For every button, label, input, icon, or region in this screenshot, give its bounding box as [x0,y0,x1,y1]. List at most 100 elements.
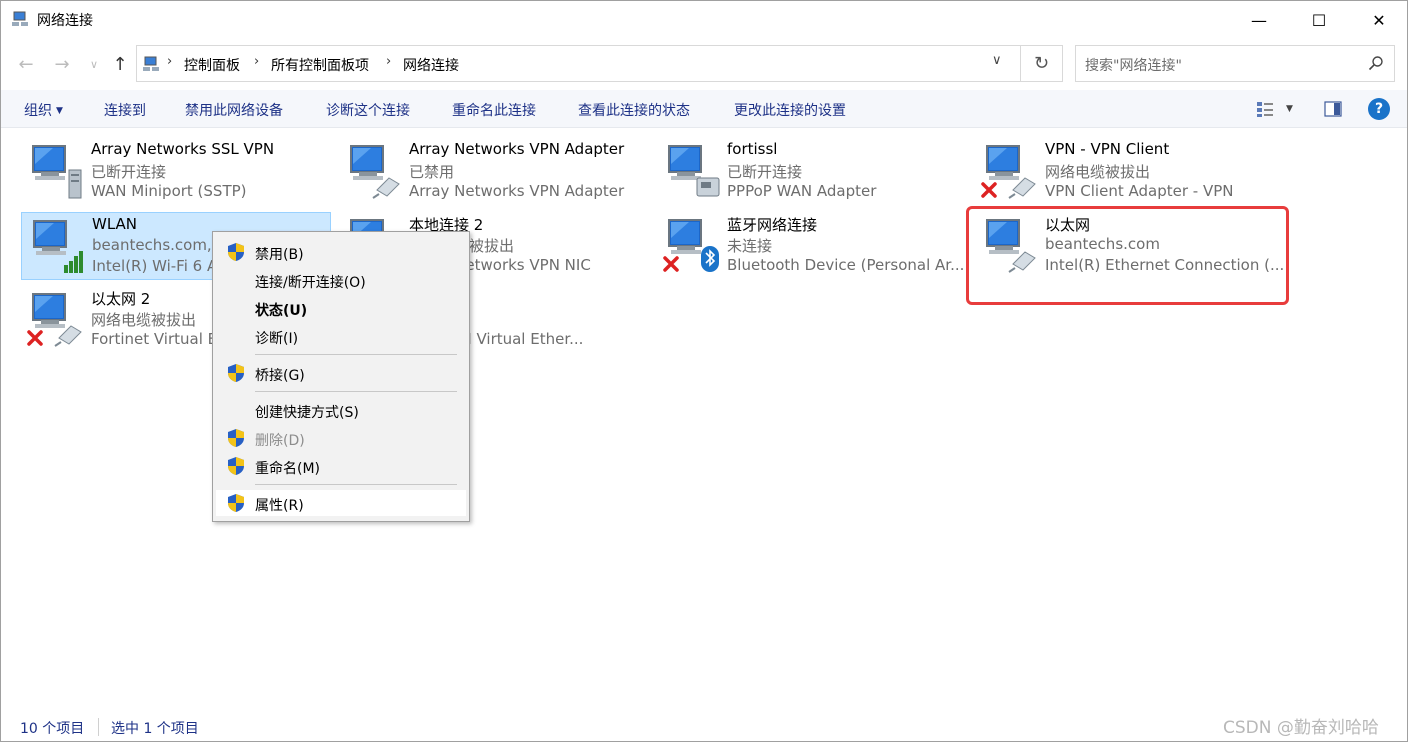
connection-device: WAN Miniport (SSTP) [91,182,247,200]
uac-shield-icon [228,457,244,475]
breadcrumb-all-items[interactable]: 所有控制面板项 [271,55,369,75]
menu-separator [255,391,457,392]
title-bar: 网络连接 — ☐ ✕ [1,1,1407,39]
chevron-right-icon: › [254,54,260,69]
annotation-highlight [966,206,1289,305]
close-icon: ✕ [1372,10,1386,30]
help-icon[interactable]: ? [1368,98,1390,120]
network-connections-icon [12,11,28,26]
organize-menu[interactable]: 组织 ▼ [24,100,63,120]
menu-label: 状态(U) [255,303,308,319]
breadcrumb-control-panel[interactable]: 控制面板 [184,55,240,75]
connection-item[interactable]: Array Networks VPN Adapter 已禁用 Array Netwo… [339,138,649,206]
watermark: CSDN @勤奋刘哈哈 [1223,718,1379,738]
connection-status: 网络电缆被拔出 [91,311,197,329]
menu-item-delete[interactable]: 删除(D) [216,425,466,451]
menu-item-status[interactable]: 状态(U) [216,295,466,321]
maximize-button[interactable]: ☐ [1289,1,1349,39]
connection-device: VPN Client Adapter - VPN [1045,182,1234,200]
menu-separator [255,354,457,355]
bluetooth-icon [661,214,721,274]
connection-name: 以太网 2 [91,290,151,308]
connection-item[interactable]: 蓝牙网络连接 未连接 Bluetooth Device (Personal Ar..… [657,212,967,280]
back-arrow-icon[interactable]: ← [15,53,37,75]
maximize-icon: ☐ [1311,10,1327,30]
connection-status: 未连接 [727,237,773,255]
uac-shield-icon [228,243,244,261]
connection-item[interactable]: VPN - VPN Client 网络电缆被拔出 VPN Client Adapte… [975,138,1285,206]
search-input[interactable]: 搜索"网络连接" [1075,45,1395,82]
diagnose-button[interactable]: 诊断这个连接 [326,100,410,120]
connection-item[interactable]: fortissl 已断开连接 PPPoP WAN Adapter [657,138,967,206]
breadcrumb-network-connections[interactable]: 网络连接 [403,55,459,75]
up-arrow-icon[interactable]: ↑ [109,53,131,75]
menu-label: 属性(R) [255,498,304,514]
menu-label: 删除(D) [255,433,305,449]
chevron-down-icon[interactable]: ∨ [992,53,1002,68]
menu-item-connect[interactable]: 连接/断开连接(O) [216,267,466,293]
connection-name: fortissl [727,140,778,158]
connection-device: Intel(R) Wi-Fi 6 AX [92,257,228,275]
context-menu: 禁用(B) 连接/断开连接(O) 状态(U) 诊断(I) 桥接(G) 创建快捷方… [212,231,470,522]
menu-item-properties[interactable]: 属性(R) [216,490,466,516]
caret-down-icon: ▼ [56,106,63,116]
menu-item-disable[interactable]: 禁用(B) [216,239,466,265]
connection-status: 已断开连接 [727,163,803,181]
selection-count: 选中 1 个项目 [111,721,199,737]
menu-separator [255,484,457,485]
recent-locations-chevron-icon[interactable]: ∨ [83,53,105,75]
connection-name: Array Networks SSL VPN [91,140,275,158]
address-bar[interactable]: › 控制面板 › 所有控制面板项 › 网络连接 ∨ [136,45,1021,82]
change-settings-button[interactable]: 更改此连接的设置 [734,100,846,120]
connection-status: 网络电缆被拔出 [1045,163,1151,181]
menu-item-bridge[interactable]: 桥接(G) [216,360,466,386]
uac-shield-icon [228,364,244,382]
connection-name: VPN - VPN Client [1045,140,1170,158]
network-server-icon [25,140,85,200]
disable-device-button[interactable]: 禁用此网络设备 [185,100,283,120]
item-count: 10 个项目 [20,721,85,737]
network-cable-icon [25,288,85,348]
minimize-button[interactable]: — [1229,1,1289,39]
network-connections-icon [143,56,159,71]
window-title: 网络连接 [37,13,93,29]
uac-shield-icon [228,494,244,512]
connection-name: WLAN [92,215,138,233]
chevron-right-icon: › [386,54,392,69]
network-modem-icon [661,140,721,200]
connection-device: PPPoP WAN Adapter [727,182,877,200]
menu-item-shortcut[interactable]: 创建快捷方式(S) [216,397,466,423]
wifi-signal-icon [26,215,86,275]
close-button[interactable]: ✕ [1349,1,1408,39]
network-cable-icon [979,140,1039,200]
rename-button[interactable]: 重命名此连接 [452,100,536,120]
menu-label: 重命名(M) [255,461,321,477]
menu-label: 禁用(B) [255,247,304,263]
search-placeholder: 搜索"网络连接" [1085,58,1182,74]
menu-label: 连接/断开连接(O) [255,275,366,291]
connection-name: Array Networks VPN Adapter [409,140,625,158]
search-icon [1368,56,1383,71]
connection-status: beantechs.com, 3 [92,236,227,254]
menu-item-rename[interactable]: 重命名(M) [216,453,466,479]
uac-shield-icon [228,429,244,447]
menu-item-diagnose[interactable]: 诊断(I) [216,323,466,349]
refresh-icon: ↻ [1033,53,1050,74]
command-bar: 组织 ▼ 连接到 禁用此网络设备 诊断这个连接 重命名此连接 查看此连接的状态 更… [1,90,1407,128]
menu-label: 创建快捷方式(S) [255,405,359,421]
connection-item[interactable]: Array Networks SSL VPN 已断开连接 WAN Miniport … [21,138,331,206]
view-dropdown-icon[interactable]: ▼ [1286,104,1293,114]
navigation-bar: ← → ∨ ↑ › 控制面板 › 所有控制面板项 › 网络连接 ∨ ↻ 搜索"网… [1,45,1407,83]
minimize-icon: — [1251,10,1267,30]
organize-label: 组织 [24,103,52,119]
view-options-icon[interactable] [1256,100,1274,118]
refresh-button[interactable]: ↻ [1021,45,1063,82]
view-status-button[interactable]: 查看此连接的状态 [578,100,690,120]
connection-device: Bluetooth Device (Personal Ar... [727,256,965,274]
connection-name: 蓝牙网络连接 [727,216,818,234]
connect-to-button[interactable]: 连接到 [104,100,146,120]
preview-pane-icon[interactable] [1324,100,1342,118]
forward-arrow-icon[interactable]: → [51,53,73,75]
connection-status: 已禁用 [409,163,455,181]
menu-label: 桥接(G) [255,368,305,384]
